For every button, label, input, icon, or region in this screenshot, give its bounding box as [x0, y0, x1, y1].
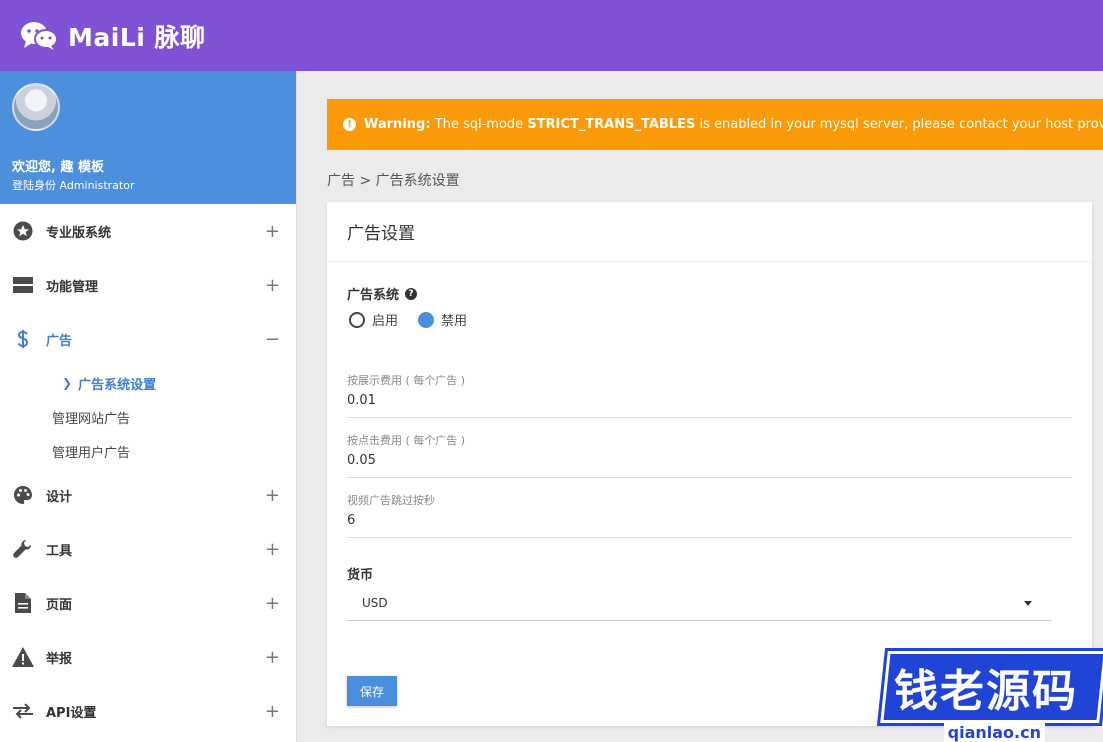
- radio-enable[interactable]: 启用: [349, 310, 398, 329]
- sidebar-item-label: 举报: [46, 651, 73, 667]
- exclamation-icon: !: [343, 118, 356, 131]
- radio-button[interactable]: [418, 311, 435, 328]
- breadcrumb: 广告 > 广告系统设置: [327, 173, 460, 189]
- field-label: 按点击费用 ( 每个广告 ): [347, 434, 466, 447]
- expand-icon[interactable]: +: [265, 593, 280, 614]
- currency-label: 货币: [347, 568, 374, 583]
- video-skip-seconds-field[interactable]: 视频广告跳过按秒 6: [347, 492, 1072, 538]
- wrench-icon: [12, 538, 34, 560]
- caret-down-icon[interactable]: [1024, 601, 1032, 606]
- sidebar-item-pages[interactable]: 页面 +: [0, 576, 296, 630]
- watermark-site: qianlao.cn: [943, 723, 1045, 742]
- tiles-icon: [12, 274, 34, 296]
- role-text: 登陆身份 Administrator: [12, 179, 135, 192]
- sidebar-subitem-label: 管理网站广告: [52, 411, 131, 427]
- radio-label: 启用: [372, 314, 399, 329]
- warning-code: STRICT_TRANS_TABLES: [527, 117, 696, 132]
- expand-icon[interactable]: +: [265, 485, 280, 506]
- currency-value: USD: [362, 596, 388, 610]
- sidebar-item-label: 专业版系统: [46, 225, 112, 241]
- warning-banner: ! Warning: The sql-mode STRICT_TRANS_TAB…: [327, 99, 1103, 150]
- chevron-right-icon: ❯: [62, 376, 73, 390]
- app-name[interactable]: MaiLi 脉聊: [68, 18, 206, 54]
- sidebar-item-label: 广告: [46, 333, 73, 349]
- question-icon[interactable]: ?: [405, 287, 418, 300]
- profile-panel: 欢迎您, 趣 模板 登陆身份 Administrator: [0, 71, 296, 204]
- watermark: 钱老源码 qianlao.cn: [880, 635, 1103, 742]
- radio-label: 禁用: [441, 314, 468, 329]
- radio-disable[interactable]: 禁用: [418, 310, 467, 329]
- expand-icon[interactable]: +: [265, 539, 280, 560]
- arrows-icon: [12, 700, 34, 722]
- top-header: MaiLi 脉聊: [0, 0, 1103, 71]
- sidebar-subitem-site-ads[interactable]: 管理网站广告: [0, 400, 296, 434]
- sidebar-item-api[interactable]: API设置 +: [0, 684, 296, 738]
- collapse-icon[interactable]: −: [265, 329, 280, 350]
- ad-system-label: 广告系统 ?: [347, 284, 418, 303]
- sidebar-item-pro-system[interactable]: 专业版系统 +: [0, 204, 296, 258]
- welcome-text: 欢迎您, 趣 模板: [12, 160, 104, 175]
- dollar-icon: [12, 328, 34, 350]
- sidebar-subitem-user-ads[interactable]: 管理用户广告: [0, 434, 296, 468]
- sidebar-item-reports[interactable]: 举报 +: [0, 630, 296, 684]
- field-label: 按展示费用 ( 每个广告 ): [347, 374, 466, 387]
- warning-prefix: Warning:: [364, 117, 431, 132]
- cost-per-click-input[interactable]: 0.05: [347, 453, 1072, 477]
- save-button[interactable]: 保存: [347, 676, 397, 706]
- ad-system-radio-group: 启用 禁用: [349, 310, 487, 329]
- sidebar-subitem-ad-settings[interactable]: ❯ 广告系统设置: [0, 366, 296, 400]
- sidebar-item-ads[interactable]: 广告 −: [0, 312, 296, 366]
- star-circle-icon: [12, 220, 34, 242]
- expand-icon[interactable]: +: [265, 275, 280, 296]
- sidebar-item-label: 设计: [46, 489, 73, 505]
- warning-text: The sql-mode: [430, 117, 528, 132]
- sidebar-item-label: 页面: [46, 597, 73, 613]
- sidebar-item-features[interactable]: 功能管理 +: [0, 258, 296, 312]
- ad-system-label-text: 广告系统: [347, 288, 400, 303]
- video-skip-seconds-input[interactable]: 6: [347, 513, 1072, 537]
- currency-select[interactable]: USD: [347, 586, 1052, 621]
- expand-icon[interactable]: +: [265, 647, 280, 668]
- avatar[interactable]: [12, 83, 60, 131]
- sidebar-menu: 专业版系统 + 功能管理 + 广告 − ❯ 广告系统设置 管理网站广告 管理用户…: [0, 204, 296, 738]
- watermark-text: 钱老源码: [894, 666, 1078, 717]
- sidebar: 欢迎您, 趣 模板 登陆身份 Administrator 专业版系统 + 功能管…: [0, 71, 297, 742]
- warning-triangle-icon: [12, 646, 34, 668]
- chat-bubbles-icon: [20, 21, 58, 51]
- field-label: 视频广告跳过按秒: [347, 494, 435, 507]
- radio-button[interactable]: [349, 311, 365, 328]
- cost-per-impression-input[interactable]: 0.01: [347, 393, 1072, 417]
- card-title: 广告设置: [327, 202, 1092, 262]
- sidebar-item-design[interactable]: 设计 +: [0, 468, 296, 522]
- palette-icon: [12, 484, 34, 506]
- document-icon: [12, 592, 34, 614]
- sidebar-subitem-label: 管理用户广告: [52, 445, 131, 461]
- sidebar-item-label: 工具: [46, 543, 73, 559]
- sidebar-item-label: API设置: [46, 705, 97, 721]
- warning-text-rest: is enabled in your mysql server, please …: [699, 117, 1103, 132]
- expand-icon[interactable]: +: [265, 221, 280, 242]
- cost-per-click-field[interactable]: 按点击费用 ( 每个广告 ) 0.05: [347, 432, 1072, 478]
- expand-icon[interactable]: +: [265, 701, 280, 722]
- sidebar-item-label: 功能管理: [46, 279, 99, 295]
- sidebar-subitem-label: 广告系统设置: [78, 377, 157, 393]
- cost-per-impression-field[interactable]: 按展示费用 ( 每个广告 ) 0.01: [347, 372, 1072, 418]
- sidebar-item-tools[interactable]: 工具 +: [0, 522, 296, 576]
